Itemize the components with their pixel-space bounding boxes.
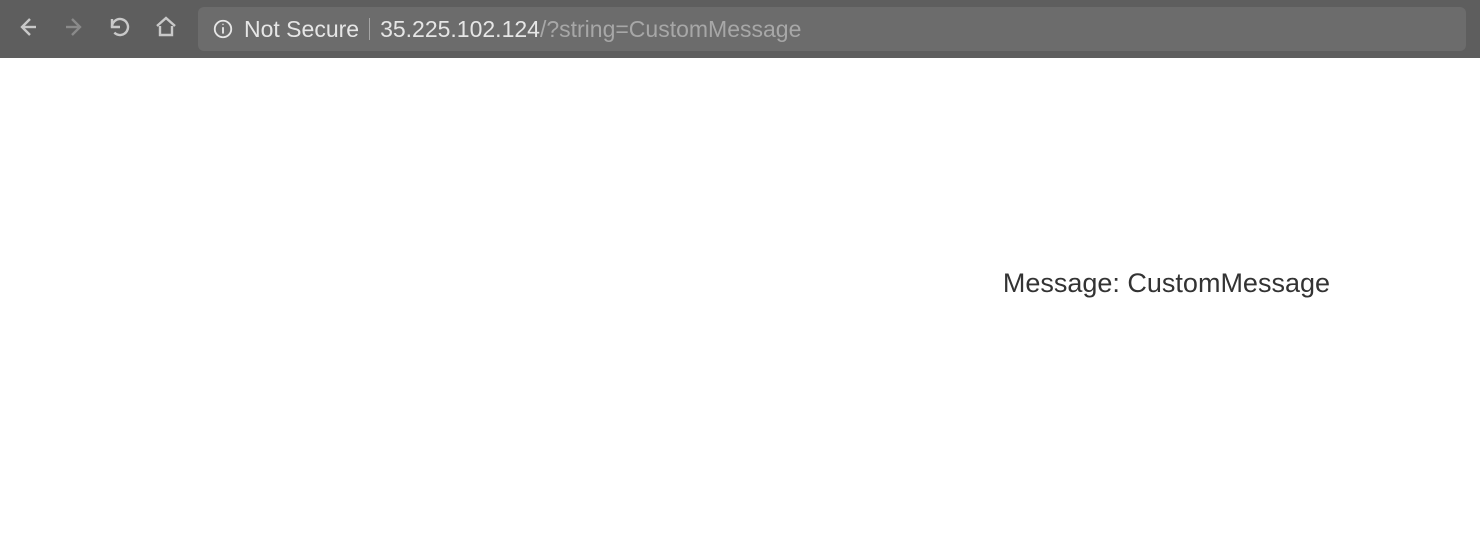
arrow-right-icon [62,15,86,44]
back-button[interactable] [14,15,42,43]
url-host: 35.225.102.124 [380,16,540,43]
url-text: 35.225.102.124 /?string=CustomMessage [380,16,801,43]
browser-toolbar: Not Secure 35.225.102.124 /?string=Custo… [0,0,1480,58]
info-icon [212,18,234,40]
arrow-left-icon [16,15,40,44]
security-label: Not Secure [244,16,359,43]
reload-icon [108,15,132,44]
home-icon [154,15,178,44]
divider [369,18,370,40]
home-button[interactable] [152,15,180,43]
url-path: /?string=CustomMessage [540,16,801,43]
reload-button[interactable] [106,15,134,43]
message-text: Message: CustomMessage [1003,268,1330,299]
address-bar[interactable]: Not Secure 35.225.102.124 /?string=Custo… [198,7,1466,51]
page-content: Message: CustomMessage [0,58,1480,299]
forward-button[interactable] [60,15,88,43]
